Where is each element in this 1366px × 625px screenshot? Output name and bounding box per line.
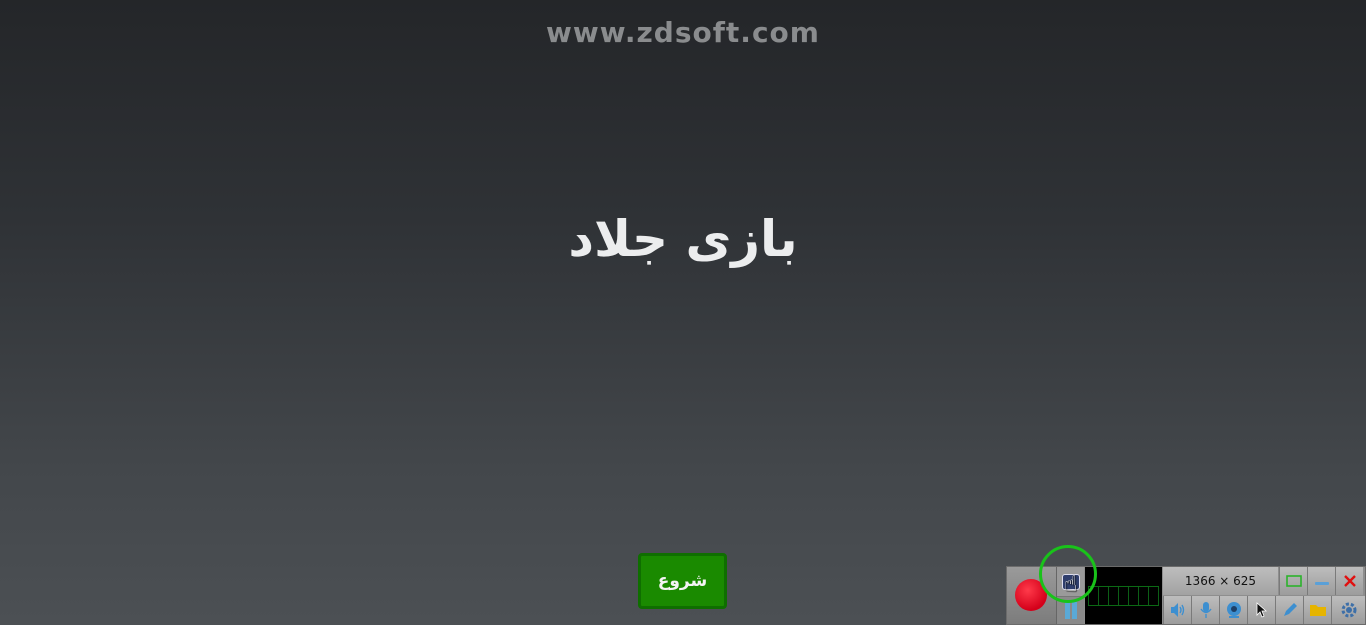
gear-icon — [1341, 602, 1356, 618]
webcam-icon — [1226, 602, 1241, 618]
pen-button[interactable] — [1275, 596, 1303, 624]
timer-lcd — [1088, 586, 1159, 606]
minimize-button[interactable] — [1307, 567, 1335, 595]
microphone-icon — [1199, 602, 1212, 618]
folder-button[interactable] — [1303, 596, 1331, 624]
folder-icon — [1309, 605, 1326, 616]
capture-dimensions: 1366 × 625 — [1163, 567, 1278, 595]
cursor-button[interactable] — [1247, 596, 1275, 624]
pen-icon — [1283, 603, 1297, 616]
game-title: بازی جلاد — [568, 210, 798, 268]
region-button[interactable] — [1279, 567, 1307, 595]
speaker-icon — [1170, 603, 1184, 617]
close-button[interactable] — [1335, 567, 1363, 595]
watermark: www.zdsoft.com — [546, 16, 820, 49]
close-icon — [1343, 575, 1356, 587]
settings-button[interactable] — [1331, 596, 1365, 624]
region-rect-icon — [1285, 575, 1302, 587]
hand-cursor-icon: ☝ — [1064, 572, 1078, 597]
microphone-button[interactable] — [1191, 596, 1219, 624]
speaker-button[interactable] — [1163, 596, 1191, 624]
minimize-icon — [1314, 582, 1329, 585]
webcam-button[interactable] — [1219, 596, 1247, 624]
start-button[interactable]: شروع — [638, 553, 727, 609]
mouse-cursor-icon — [1256, 602, 1267, 618]
